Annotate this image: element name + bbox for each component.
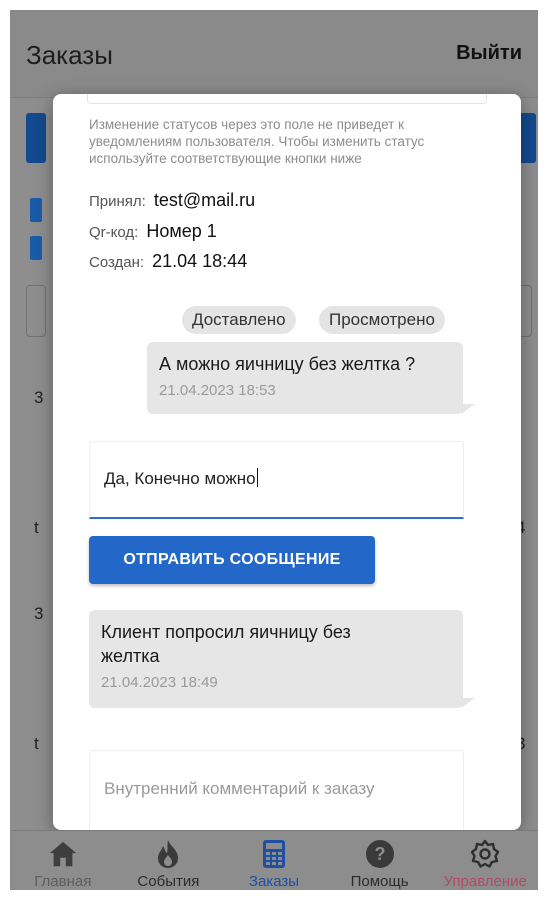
background-checkbox <box>30 236 42 260</box>
accepted-value: test@mail.ru <box>153 190 256 210</box>
background-field <box>26 285 46 337</box>
calculator-icon <box>259 839 289 869</box>
created-value: 21.04 18:44 <box>152 251 248 271</box>
nav-item-help[interactable]: ? Помощь <box>327 831 433 890</box>
nav-label-manage: Управление <box>443 873 527 890</box>
background-checkbox <box>30 198 42 222</box>
nav-item-manage[interactable]: Управление <box>432 831 538 890</box>
status-hint: Изменение статусов через это поле не при… <box>89 117 425 166</box>
incoming-message-bubble: А можно яичницу без желтка ? 21.04.2023 … <box>147 342 463 414</box>
logout-button[interactable]: Выйти <box>456 42 522 65</box>
nav-label-events: События <box>137 873 200 890</box>
nav-label-home: Главная <box>34 873 92 890</box>
help-icon: ? <box>365 839 395 869</box>
nav-item-events[interactable]: События <box>116 831 222 890</box>
message-input-value: Да, Конечно можно <box>104 469 256 488</box>
bubble-tail <box>461 698 475 708</box>
comment-placeholder: Внутренний комментарий к заказу <box>104 779 375 798</box>
svg-text:?: ? <box>374 844 385 864</box>
background-text: t <box>34 734 39 753</box>
note-time: 21.04.2023 18:49 <box>101 674 218 691</box>
message-input[interactable]: Да, Конечно можно <box>89 441 464 519</box>
viewed-status-chip: Просмотрено <box>319 306 445 334</box>
fire-icon <box>153 839 183 869</box>
note-text: Клиент попросил яичницу без желтка <box>101 622 351 666</box>
qr-label: Qr-код: <box>89 224 139 241</box>
status-field[interactable] <box>87 94 487 104</box>
bubble-tail <box>461 404 475 414</box>
message-time: 21.04.2023 18:53 <box>159 382 276 399</box>
background-text: 3 <box>34 388 44 407</box>
created-label: Создан: <box>89 254 145 271</box>
note-message-bubble: Клиент попросил яичницу без желтка 21.04… <box>89 610 463 708</box>
delivered-status-chip: Доставлено <box>182 306 296 334</box>
send-message-button[interactable]: ОТПРАВИТЬ СООБЩЕНИЕ <box>89 536 375 584</box>
app-frame: Заказы Выйти 3 t 3 t 4 3 Изменение стату… <box>10 10 538 890</box>
bottom-navigation: Главная События Заказы ? Помощь Управлен… <box>10 830 538 890</box>
gear-icon <box>470 839 500 869</box>
page-title: Заказы <box>26 40 113 70</box>
nav-label-orders: Заказы <box>248 873 300 890</box>
nav-item-home[interactable]: Главная <box>10 831 116 890</box>
info-qr: Qr-код: Номер 1 <box>89 221 217 242</box>
text-caret <box>256 468 258 487</box>
background-text: t <box>34 518 39 537</box>
message-text: А можно яичницу без желтка ? <box>159 354 416 374</box>
qr-value: Номер 1 <box>146 221 217 241</box>
nav-item-orders[interactable]: Заказы <box>221 831 327 890</box>
internal-comment-field[interactable]: Внутренний комментарий к заказу <box>89 750 464 830</box>
nav-label-help: Помощь <box>350 873 409 890</box>
info-accepted: Принял: test@mail.ru <box>89 190 255 211</box>
accepted-label: Принял: <box>89 193 146 210</box>
background-text: 3 <box>34 604 44 623</box>
modal-content: Изменение статусов через это поле не при… <box>53 94 521 830</box>
info-created: Создан: 21.04 18:44 <box>89 251 247 272</box>
background-button-left <box>26 113 46 163</box>
home-icon <box>48 839 78 869</box>
app-header: Заказы Выйти <box>10 10 538 98</box>
order-modal: Изменение статусов через это поле не при… <box>53 94 521 830</box>
